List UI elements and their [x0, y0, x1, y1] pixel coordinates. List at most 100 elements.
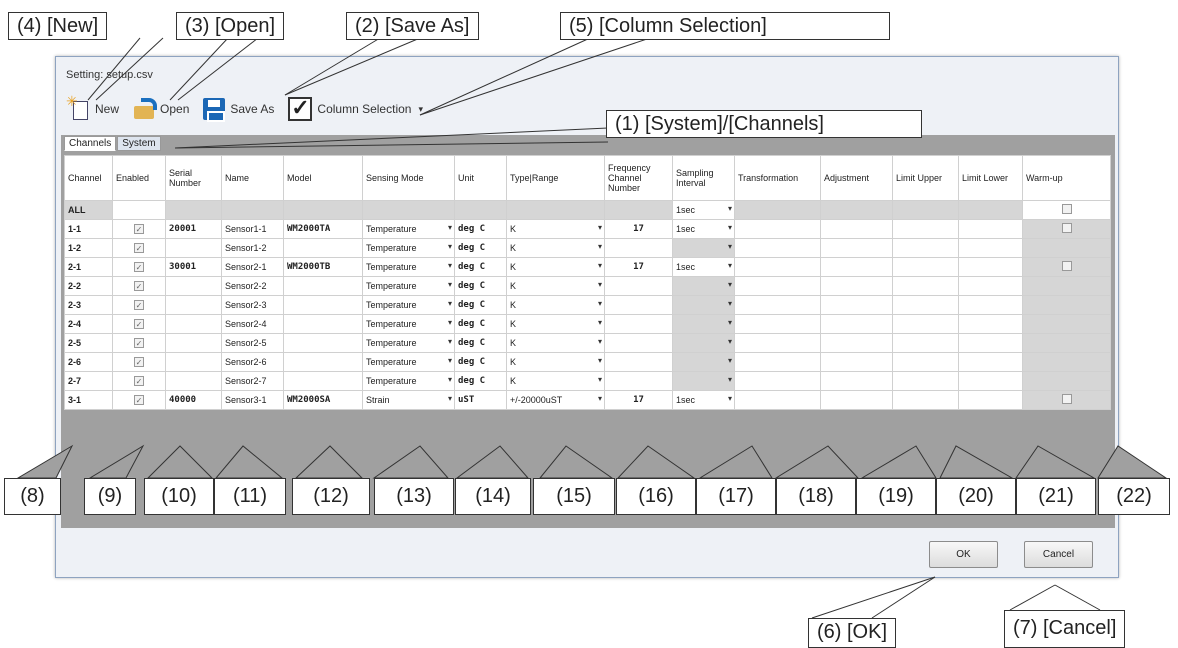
grid-cell[interactable] — [1022, 200, 1111, 220]
grid-cell[interactable] — [454, 200, 507, 220]
grid-cell[interactable] — [283, 238, 363, 258]
grid-cell[interactable]: Sensor1-1 — [221, 219, 284, 239]
grid-cell[interactable]: 17 — [604, 390, 673, 410]
warm-up-checkbox[interactable] — [1061, 394, 1072, 404]
table-row[interactable]: ALL 1sec — [64, 200, 1111, 220]
grid-cell[interactable]: Temperature — [362, 219, 455, 239]
enabled-checkbox[interactable]: ✓ — [134, 300, 144, 310]
grid-cell[interactable]: deg C — [454, 352, 507, 372]
grid-cell[interactable] — [283, 295, 363, 315]
grid-cell[interactable]: Sensor2-6 — [221, 352, 284, 372]
grid-cell[interactable] — [734, 200, 821, 220]
table-row[interactable]: 2-4 ✓ Sensor2-4 Temperature deg C K — [64, 314, 1111, 334]
grid-cell[interactable]: ALL — [64, 200, 113, 220]
save-as-button[interactable]: Save As — [199, 98, 278, 122]
enabled-checkbox[interactable]: ✓ — [134, 262, 144, 272]
enabled-checkbox[interactable]: ✓ — [134, 224, 144, 234]
grid-cell[interactable] — [958, 238, 1023, 258]
grid-cell[interactable]: 1sec — [672, 219, 735, 239]
header-transformation[interactable]: Transformation — [734, 155, 821, 201]
grid-cell[interactable]: deg C — [454, 219, 507, 239]
grid-cell[interactable] — [1022, 219, 1111, 239]
grid-cell[interactable] — [604, 276, 673, 296]
grid-cell[interactable] — [734, 314, 821, 334]
grid-cell[interactable]: Sensor3-1 — [221, 390, 284, 410]
grid-cell[interactable] — [820, 257, 893, 277]
table-row[interactable]: 2-7 ✓ Sensor2-7 Temperature deg C K — [64, 371, 1111, 391]
grid-cell[interactable] — [1022, 257, 1111, 277]
grid-cell[interactable]: 1sec — [672, 390, 735, 410]
grid-cell[interactable]: ✓ — [112, 238, 166, 258]
grid-cell[interactable]: Temperature — [362, 333, 455, 353]
grid-cell[interactable] — [1022, 371, 1111, 391]
grid-cell[interactable]: Sensor2-7 — [221, 371, 284, 391]
grid-cell[interactable]: Temperature — [362, 314, 455, 334]
enabled-checkbox[interactable]: ✓ — [134, 376, 144, 386]
tab-channels[interactable]: Channels — [64, 136, 117, 151]
grid-cell[interactable] — [604, 200, 673, 220]
grid-cell[interactable] — [734, 333, 821, 353]
grid-cell[interactable]: WM2000TA — [283, 219, 363, 239]
grid-cell[interactable]: Sensor2-2 — [221, 276, 284, 296]
grid-cell[interactable]: 1-1 — [64, 219, 113, 239]
grid-cell[interactable] — [820, 352, 893, 372]
grid-cell[interactable] — [958, 276, 1023, 296]
grid-cell[interactable]: +/-20000uST — [506, 390, 605, 410]
grid-cell[interactable] — [604, 371, 673, 391]
grid-cell[interactable] — [892, 238, 959, 258]
grid-cell[interactable] — [734, 257, 821, 277]
grid-cell[interactable]: Temperature — [362, 257, 455, 277]
grid-cell[interactable] — [958, 257, 1023, 277]
grid-cell[interactable] — [672, 314, 735, 334]
grid-cell[interactable]: deg C — [454, 371, 507, 391]
grid-cell[interactable] — [112, 200, 166, 220]
grid-cell[interactable]: ✓ — [112, 390, 166, 410]
grid-cell[interactable] — [892, 371, 959, 391]
grid-cell[interactable]: deg C — [454, 276, 507, 296]
grid-cell[interactable] — [734, 352, 821, 372]
grid-cell[interactable]: K — [506, 257, 605, 277]
grid-cell[interactable]: ✓ — [112, 352, 166, 372]
grid-cell[interactable] — [165, 276, 222, 296]
header-adjustment[interactable]: Adjustment — [820, 155, 893, 201]
grid-cell[interactable]: 17 — [604, 257, 673, 277]
grid-cell[interactable] — [1022, 314, 1111, 334]
ok-button[interactable]: OK — [929, 541, 998, 568]
grid-cell[interactable]: 2-6 — [64, 352, 113, 372]
grid-cell[interactable]: K — [506, 333, 605, 353]
grid-cell[interactable] — [1022, 352, 1111, 372]
grid-cell[interactable] — [820, 200, 893, 220]
grid-cell[interactable]: K — [506, 276, 605, 296]
grid-cell[interactable] — [165, 200, 222, 220]
header-warm-up[interactable]: Warm-up — [1022, 155, 1111, 201]
grid-cell[interactable] — [958, 314, 1023, 334]
grid-cell[interactable] — [1022, 295, 1111, 315]
grid-cell[interactable]: 17 — [604, 219, 673, 239]
grid-cell[interactable] — [221, 200, 284, 220]
grid-cell[interactable]: Sensor2-3 — [221, 295, 284, 315]
grid-cell[interactable] — [362, 200, 455, 220]
grid-cell[interactable]: Sensor2-5 — [221, 333, 284, 353]
tab-system[interactable]: System — [117, 136, 161, 151]
grid-cell[interactable] — [165, 238, 222, 258]
header-enabled[interactable]: Enabled — [112, 155, 166, 201]
grid-cell[interactable] — [958, 352, 1023, 372]
table-row[interactable]: 2-2 ✓ Sensor2-2 Temperature deg C K — [64, 276, 1111, 296]
grid-cell[interactable] — [672, 371, 735, 391]
enabled-checkbox[interactable]: ✓ — [134, 281, 144, 291]
grid-cell[interactable] — [892, 219, 959, 239]
grid-cell[interactable] — [734, 238, 821, 258]
enabled-checkbox[interactable]: ✓ — [134, 243, 144, 253]
grid-cell[interactable] — [820, 219, 893, 239]
header-limit-upper[interactable]: Limit Upper — [892, 155, 959, 201]
grid-cell[interactable]: ✓ — [112, 295, 166, 315]
grid-cell[interactable] — [283, 333, 363, 353]
grid-cell[interactable]: deg C — [454, 257, 507, 277]
grid-cell[interactable] — [506, 200, 605, 220]
grid-cell[interactable]: 2-1 — [64, 257, 113, 277]
grid-cell[interactable]: 2-4 — [64, 314, 113, 334]
grid-cell[interactable]: 2-7 — [64, 371, 113, 391]
header-model[interactable]: Model — [283, 155, 363, 201]
table-row[interactable]: 3-1 ✓ 40000 Sensor3-1 WM2000SA Strain uST +/-20… — [64, 390, 1111, 410]
table-row[interactable]: 1-2 ✓ Sensor1-2 Temperature deg C K — [64, 238, 1111, 258]
